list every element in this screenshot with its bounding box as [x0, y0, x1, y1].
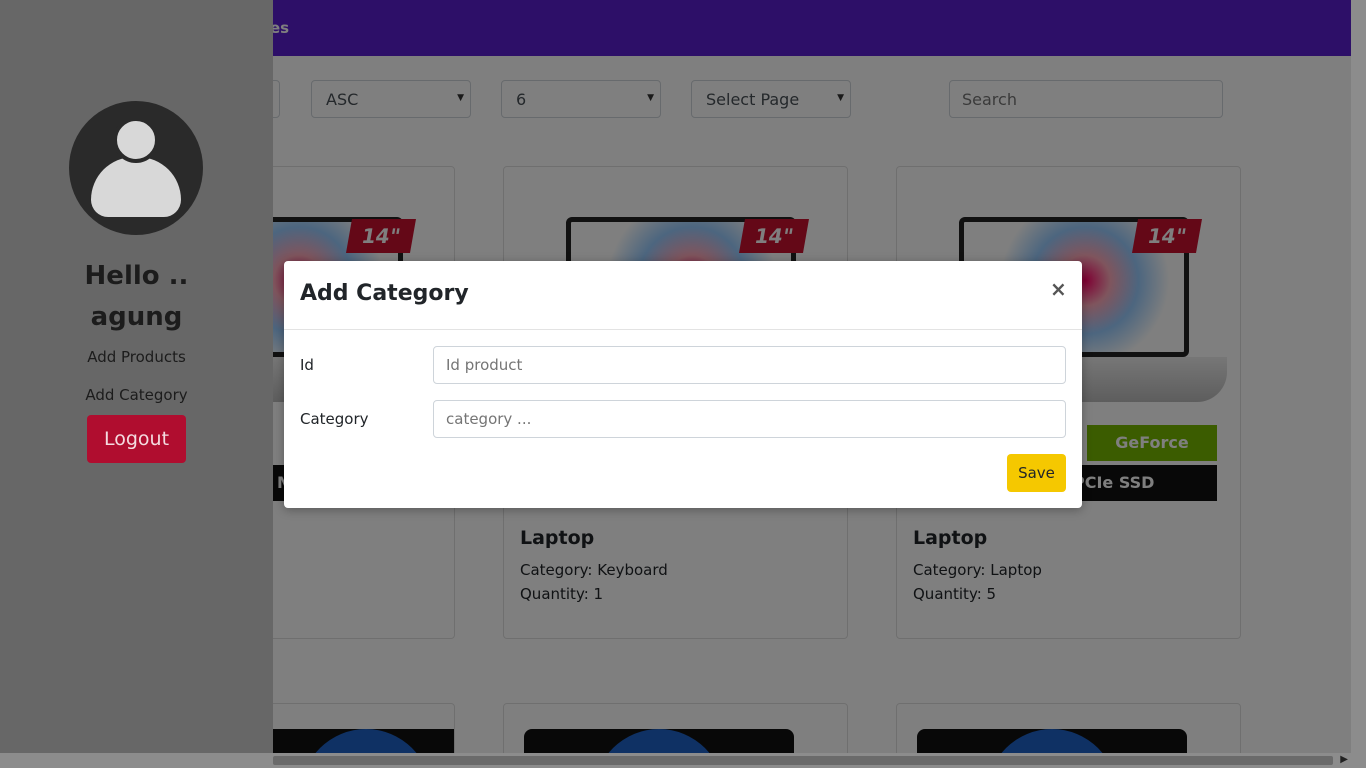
add-products-link[interactable]: Add Products [0, 348, 273, 366]
greeting-line: Hello .. [84, 261, 189, 291]
close-icon[interactable]: × [1050, 277, 1067, 301]
horizontal-scrollbar[interactable]: ▶ [0, 753, 1366, 768]
sidebar-content: Hello .. agung Add Products Add Category… [0, 0, 273, 768]
greeting: Hello .. agung [0, 256, 273, 338]
avatar-body [91, 157, 181, 217]
id-label: Id [300, 356, 314, 374]
category-field[interactable] [433, 400, 1066, 438]
logout-button[interactable]: Logout [87, 415, 186, 463]
modal-divider [284, 329, 1082, 330]
category-label: Category [300, 410, 369, 428]
modal-title: Add Category [300, 281, 469, 306]
avatar-icon [69, 101, 203, 235]
scroll-right-icon[interactable]: ▶ [1340, 754, 1348, 765]
id-field[interactable] [433, 346, 1066, 384]
username: agung [90, 302, 183, 332]
avatar-head [113, 117, 159, 163]
save-button[interactable]: Save [1007, 454, 1066, 492]
add-category-link[interactable]: Add Category [0, 386, 273, 404]
scrollbar-thumb[interactable] [273, 756, 1333, 765]
add-category-modal: Add Category × Id Category Save [284, 261, 1082, 508]
vertical-scrollbar[interactable] [1351, 0, 1366, 753]
